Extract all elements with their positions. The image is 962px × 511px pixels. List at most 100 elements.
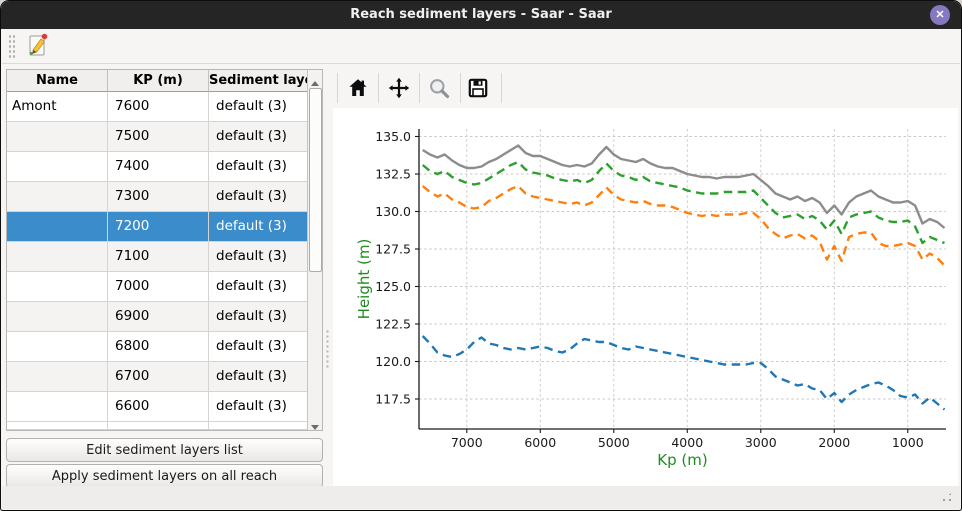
sediment-layers-table: Name KP (m) Sediment layers Amont7600def… [7,70,307,430]
cell-name[interactable] [7,152,108,182]
cell-layers[interactable]: default (3) [209,182,307,212]
table-row-kp-7400[interactable]: 7400default (3) [7,152,307,182]
table-row-kp-6800[interactable]: 6800default (3) [7,332,307,362]
plot-save-button[interactable] [463,73,493,103]
plot-zoom-button[interactable] [424,73,454,103]
panel-splitter-handle[interactable] [325,329,330,369]
cell-layers[interactable]: default (3) [209,302,307,332]
close-button[interactable]: ✕ [930,5,950,25]
status-bar [2,486,960,509]
document-pencil-icon [25,32,51,58]
cell-layers[interactable]: default (3) [209,212,307,242]
toolbar-separator [419,73,420,103]
cell-layers[interactable]: default (3) [209,392,307,422]
table-row-kp-7000[interactable]: 7000default (3) [7,272,307,302]
cell-layers[interactable]: default (3) [209,272,307,302]
table-row-kp-7300[interactable]: 7300default (3) [7,182,307,212]
resize-grip[interactable] [935,491,954,505]
y-axis-label: Height (m) [355,239,373,320]
plot-home-button[interactable] [343,73,373,103]
save-floppy-icon [466,76,490,100]
cell-layers[interactable]: default (3) [209,332,307,362]
cell-name[interactable] [7,332,108,362]
cell-kp[interactable]: 7300 [108,182,209,212]
cell-empty [7,422,108,430]
cell-name[interactable] [7,302,108,332]
column-header-name[interactable]: Name [7,70,108,92]
x-axis-tick-label: 2000 [818,435,850,450]
column-header-sediment-layers[interactable]: Sediment layers [209,70,307,92]
cell-name[interactable] [7,212,108,242]
cell-layers[interactable]: default (3) [209,242,307,272]
y-axis-tick-label: 120.0 [375,354,411,369]
toolbar-separator [378,73,379,103]
chart-canvas[interactable]: 7000600050004000300020001000117.5120.012… [333,108,958,488]
x-axis-tick-label: 5000 [598,435,630,450]
y-axis-tick-label: 127.5 [375,241,411,256]
edit-sediment-layers-list-button[interactable]: Edit sediment layers list [6,438,323,462]
cell-layers[interactable]: default (3) [209,122,307,152]
cell-empty [209,422,307,430]
cell-layers[interactable]: default (3) [209,362,307,392]
edit-sediment-tool-button[interactable] [23,31,53,61]
cell-kp[interactable]: 7400 [108,152,209,182]
height-vs-kp-chart: 7000600050004000300020001000117.5120.012… [333,108,958,488]
cell-name[interactable] [7,182,108,212]
cell-empty [108,422,209,430]
apply-sediment-layers-button[interactable]: Apply sediment layers on all reach [6,464,323,488]
scroll-down-button[interactable] [308,415,322,429]
scroll-up-button[interactable] [308,71,322,85]
y-axis-tick-label: 117.5 [375,391,411,406]
cell-kp[interactable]: 7000 [108,272,209,302]
cell-kp[interactable]: 6900 [108,302,209,332]
x-axis-tick-label: 7000 [451,435,483,450]
series-orange-dashed-line [423,186,945,266]
cell-layers[interactable]: default (3) [209,152,307,182]
plot-toolbar [333,63,633,108]
cell-name[interactable] [7,242,108,272]
table-row-kp-7200[interactable]: 7200default (3) [7,212,307,242]
table-row-kp-6700[interactable]: 6700default (3) [7,362,307,392]
cell-kp[interactable]: 6800 [108,332,209,362]
table-row-kp-6900[interactable]: 6900default (3) [7,302,307,332]
titlebar[interactable]: Reach sediment layers - Saar - Saar ✕ [1,1,961,29]
table-row-kp-7100[interactable]: 7100default (3) [7,242,307,272]
cell-kp[interactable]: 6600 [108,392,209,422]
x-axis-label: Kp (m) [657,451,707,469]
scroll-up-icon [311,81,319,86]
series-gray-solid-line [423,146,945,229]
window-title: Reach sediment layers - Saar - Saar [1,1,961,29]
table-row-kp-7500[interactable]: 7500default (3) [7,122,307,152]
cell-kp[interactable]: 7600 [108,92,209,122]
y-axis-tick-label: 135.0 [375,129,411,144]
toolbar-separator [501,73,502,103]
y-axis-tick-label: 130.0 [375,204,411,219]
toolbar-separator [337,73,338,103]
y-axis-tick-label: 125.0 [375,279,411,294]
y-axis-tick-label: 122.5 [375,316,411,331]
plot-pan-button[interactable] [384,73,414,103]
cell-name[interactable] [7,362,108,392]
column-header-kp[interactable]: KP (m) [108,70,209,92]
table-header-row: Name KP (m) Sediment layers [7,70,307,92]
cell-name[interactable] [7,392,108,422]
cell-name[interactable] [7,122,108,152]
scroll-down-icon [311,425,319,430]
table-scrollbar[interactable] [307,70,322,430]
cell-kp[interactable]: 7200 [108,212,209,242]
home-icon [346,76,370,100]
toolbar-separator [460,73,461,103]
table-row-partial [7,422,307,430]
cell-kp[interactable]: 6700 [108,362,209,392]
cell-kp[interactable]: 7100 [108,242,209,272]
table-row-kp-6600[interactable]: 6600default (3) [7,392,307,422]
scrollbar-thumb[interactable] [309,88,322,272]
window-toolbar [2,29,960,64]
cell-kp[interactable]: 7500 [108,122,209,152]
cell-name[interactable] [7,272,108,302]
x-axis-tick-label: 4000 [671,435,703,450]
table-row-kp-7600[interactable]: Amont7600default (3) [7,92,307,122]
toolbar-drag-handle[interactable] [8,34,17,58]
cell-layers[interactable]: default (3) [209,92,307,122]
cell-name[interactable]: Amont [7,92,108,122]
